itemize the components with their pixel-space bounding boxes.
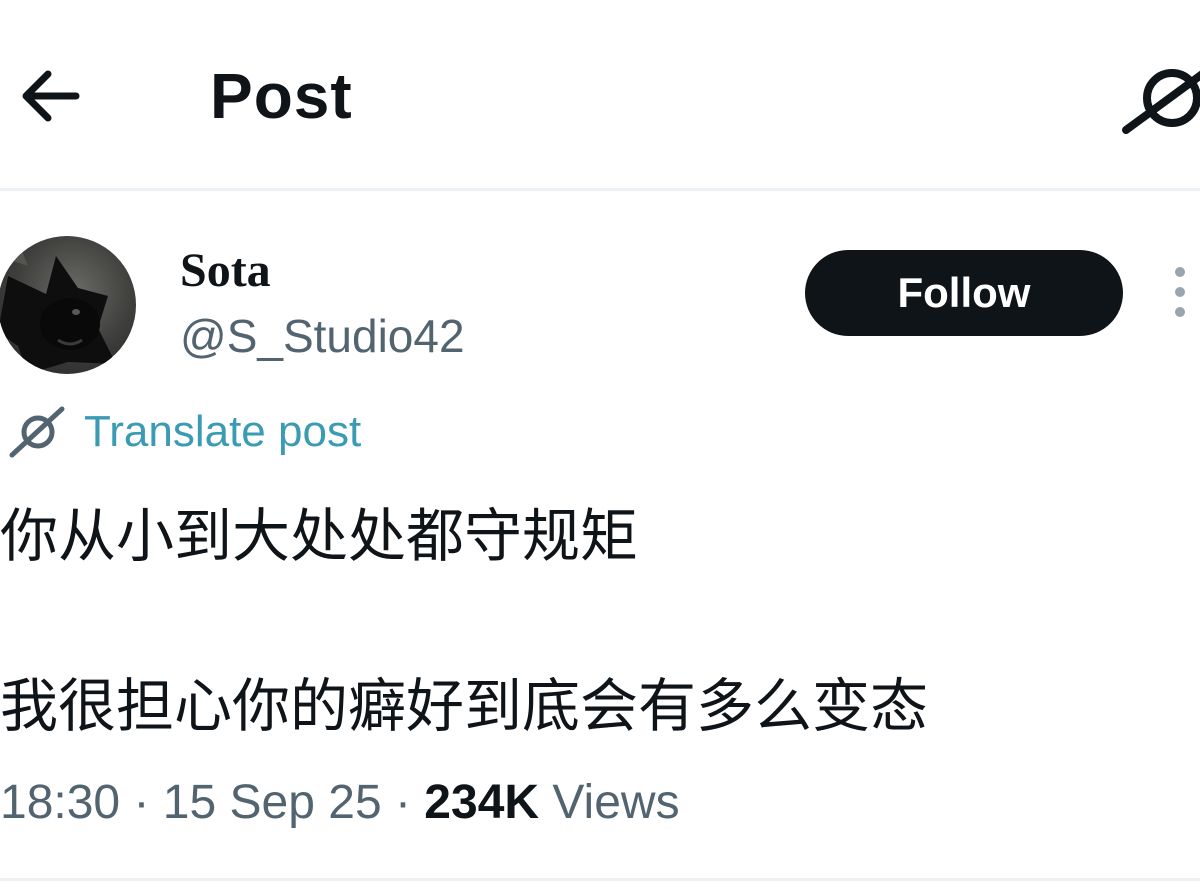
views-label[interactable]: Views	[552, 776, 679, 829]
translate-post-label: Translate post	[84, 407, 362, 456]
header-divider	[0, 188, 1200, 191]
black-cat-avatar	[0, 236, 136, 374]
grok-icon	[1122, 69, 1200, 134]
grok-icon	[9, 406, 65, 458]
author-handle[interactable]: @S_Studio42	[180, 308, 465, 364]
avatar[interactable]	[0, 236, 136, 374]
meta-separator: ·	[381, 776, 425, 829]
views-count[interactable]: 234K	[424, 776, 539, 829]
arrow-left-icon	[22, 70, 80, 122]
meta-separator: ·	[120, 776, 163, 829]
translate-post-link[interactable]: Translate post	[8, 402, 361, 462]
post-meta: 18:30 · 15 Sep 25 · 234K Views	[0, 770, 680, 836]
grok-button[interactable]	[1118, 58, 1200, 138]
post-text-line: 你从小到大处处都守规矩	[0, 502, 639, 570]
follow-button[interactable]: Follow	[805, 250, 1123, 336]
more-vertical-icon	[1175, 267, 1185, 317]
author-display-name[interactable]: Sota	[180, 243, 271, 299]
bottom-divider	[0, 878, 1200, 881]
post-time[interactable]: 18:30	[0, 776, 120, 829]
page-title: Post	[210, 60, 353, 132]
post-text-line: 我很担心你的癖好到底会有多么变态	[0, 672, 929, 740]
post-date[interactable]: 15 Sep 25	[163, 776, 382, 829]
more-options-button[interactable]	[1160, 262, 1200, 322]
back-button[interactable]	[12, 58, 88, 134]
